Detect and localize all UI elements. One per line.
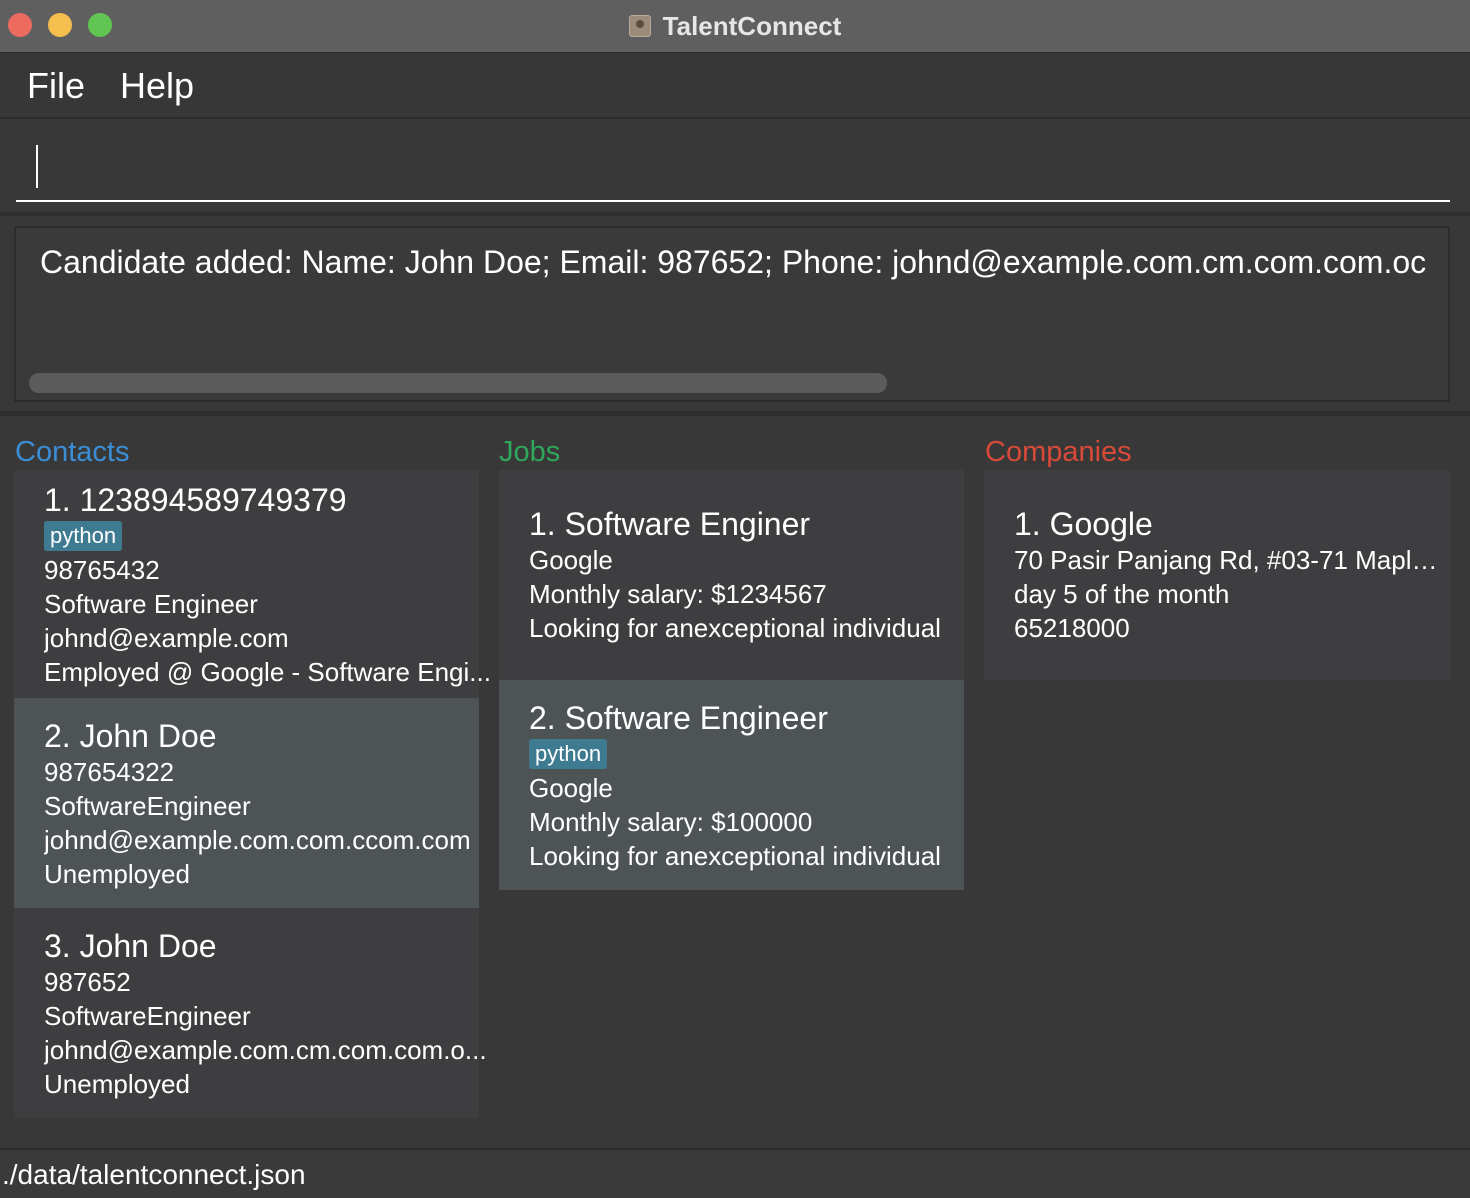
contact-role: SoftwareEngineer	[44, 791, 251, 821]
company-name: 1. Google	[1014, 506, 1153, 542]
contact-phone: 987654322	[44, 757, 175, 787]
contact-status: Unemployed	[44, 1069, 190, 1099]
job-card[interactable]: 2. Software Engineer python Google Month…	[499, 680, 964, 890]
job-title: 2. Software Engineer	[529, 700, 828, 736]
divider	[0, 411, 1470, 416]
result-horizontal-scrollbar[interactable]	[29, 373, 887, 393]
job-card[interactable]: 1. Software Enginer Google Monthly salar…	[499, 470, 964, 680]
contact-email: johnd@example.com.cm.com.com.o...	[44, 1035, 487, 1065]
company-phone: 65218000	[1014, 613, 1130, 643]
companies-panel-title: Companies	[985, 436, 1132, 468]
contact-card[interactable]: 1. 123894589749379 python 98765432 Softw…	[14, 470, 491, 698]
divider	[0, 212, 1470, 216]
contact-name: 3. John Doe	[44, 928, 217, 964]
contact-name: 1. 123894589749379	[44, 482, 347, 518]
job-description: Looking for anexceptional individual	[529, 841, 941, 871]
app-icon	[628, 15, 651, 37]
job-salary: Monthly salary: $1234567	[529, 579, 827, 609]
contacts-panel-title: Contacts	[15, 436, 130, 468]
contact-name: 2. John Doe	[44, 718, 217, 754]
job-company: Google	[529, 545, 613, 575]
company-card[interactable]: 1. Google 70 Pasir Panjang Rd, #03-71 Ma…	[984, 470, 1450, 680]
window-title: TalentConnect	[662, 10, 842, 41]
contact-tag: python	[44, 521, 123, 551]
title-bar: TalentConnect	[0, 0, 1470, 53]
menu-help[interactable]: Help	[120, 65, 194, 107]
contact-role: SoftwareEngineer	[44, 1001, 251, 1031]
status-bar: ./data/talentconnect.json	[0, 1148, 1470, 1198]
contact-email: johnd@example.com.com.ccom.com	[44, 825, 471, 855]
contact-card[interactable]: 3. John Doe 987652 SoftwareEngineer john…	[14, 908, 487, 1118]
job-title: 1. Software Enginer	[529, 506, 811, 542]
command-input[interactable]	[16, 142, 1450, 202]
result-display: Candidate added: Name: John Doe; Email: …	[14, 226, 1450, 402]
job-tag: python	[529, 739, 608, 769]
job-salary: Monthly salary: $100000	[529, 807, 813, 837]
contact-role: Software Engineer	[44, 589, 258, 619]
menu-file[interactable]: File	[27, 65, 85, 107]
save-file-path: ./data/talentconnect.json	[2, 1159, 306, 1190]
jobs-panel-title: Jobs	[499, 436, 561, 468]
company-address: 70 Pasir Panjang Rd, #03-71 Mapletr...	[1014, 545, 1439, 575]
contact-phone: 98765432	[44, 555, 160, 585]
contact-card[interactable]: 2. John Doe 987654322 SoftwareEngineer j…	[14, 698, 479, 908]
text-caret	[36, 145, 38, 188]
job-company: Google	[529, 773, 613, 803]
job-description: Looking for anexceptional individual	[529, 613, 941, 643]
company-billing-date: day 5 of the month	[1014, 579, 1230, 609]
contact-email: johnd@example.com	[44, 623, 289, 653]
result-message: Candidate added: Name: John Doe; Email: …	[40, 244, 1427, 280]
menu-bar: File Help	[0, 53, 1470, 119]
contact-phone: 987652	[44, 967, 131, 997]
command-box	[0, 120, 1470, 212]
contact-status: Employed @ Google - Software Engi...	[44, 657, 491, 687]
contact-status: Unemployed	[44, 859, 190, 889]
